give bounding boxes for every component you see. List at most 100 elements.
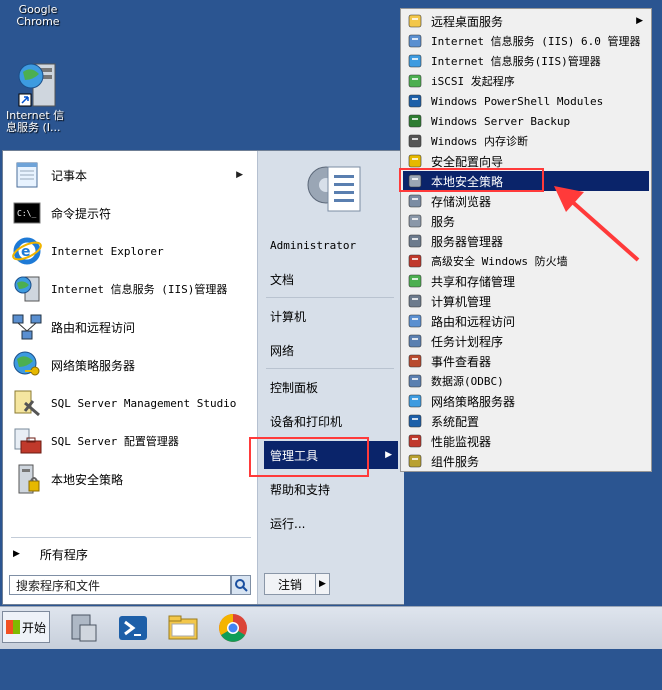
shutdown-options-button[interactable]: ▶ xyxy=(316,573,330,595)
submenu-arrow-icon: ▶ xyxy=(636,16,643,26)
rp-computer[interactable]: 计算机 xyxy=(264,302,398,330)
program-label: Internet 信息服务 (IIS)管理器 xyxy=(51,283,228,296)
globe-key-icon xyxy=(11,349,43,381)
services-icon xyxy=(407,213,423,229)
chrome-icon xyxy=(219,614,247,642)
submenu-item-label: 系统配置 xyxy=(431,414,480,429)
system-config-icon xyxy=(407,413,423,429)
admin-tools-picture-icon xyxy=(307,166,361,212)
event-viewer-icon xyxy=(407,353,423,369)
submenu-item-label: 路由和远程访问 xyxy=(431,314,516,329)
program-label: 命令提示符 xyxy=(51,206,112,221)
highlight-local-security-policy xyxy=(399,168,544,192)
search-button[interactable] xyxy=(231,575,251,595)
program-nps[interactable]: 网络策略服务器 xyxy=(11,347,251,383)
all-programs-button[interactable]: ▶ 所有程序 xyxy=(5,543,253,565)
submenu-item[interactable]: 性能监视器 xyxy=(403,431,649,451)
submenu-item-label: 服务 xyxy=(431,214,456,229)
program-ssms[interactable]: SQL Server Management Studio xyxy=(11,385,251,421)
routing-icon xyxy=(407,313,423,329)
iscsi-icon xyxy=(407,73,423,89)
powershell-icon xyxy=(407,93,423,109)
submenu-item[interactable]: iSCSI 发起程序 xyxy=(403,71,649,91)
iis-icon xyxy=(11,273,43,305)
program-label: SQL Server 配置管理器 xyxy=(51,435,179,448)
windows-logo-icon xyxy=(5,620,20,634)
performance-monitor-icon xyxy=(407,433,423,449)
submenu-item[interactable]: 共享和存储管理 xyxy=(403,271,649,291)
submenu-item[interactable]: Windows PowerShell Modules xyxy=(403,91,649,111)
computer-management-icon xyxy=(407,293,423,309)
submenu-item-label: 计算机管理 xyxy=(431,294,492,309)
rp-run[interactable]: 运行... xyxy=(264,509,398,537)
desktop-icon-iis[interactable]: Internet 信 息服务 (I... xyxy=(2,60,74,134)
program-iis[interactable]: Internet 信息服务 (IIS)管理器 xyxy=(11,271,251,307)
submenu-item-label: 性能监视器 xyxy=(431,434,492,449)
rp-help[interactable]: 帮助和支持 xyxy=(264,475,398,503)
submenu-item-label: Internet 信息服务(IIS)管理器 xyxy=(431,55,601,68)
iis6-icon xyxy=(407,33,423,49)
submenu-item[interactable]: Internet 信息服务(IIS)管理器 xyxy=(403,51,649,71)
rp-network[interactable]: 网络 xyxy=(264,336,398,364)
rp-control-panel[interactable]: 控制面板 xyxy=(264,373,398,401)
submenu-item[interactable]: Windows Server Backup xyxy=(403,111,649,131)
powershell-icon xyxy=(119,616,147,640)
program-routing[interactable]: 路由和远程访问 xyxy=(11,309,251,345)
folder-icon xyxy=(168,615,198,640)
firewall-icon xyxy=(407,253,423,269)
security-policy-icon xyxy=(11,463,43,495)
taskbar-powershell[interactable] xyxy=(116,611,150,645)
storage-explorer-icon xyxy=(407,193,423,209)
submenu-arrow-icon: ▶ xyxy=(236,170,243,180)
program-local-security-policy[interactable]: 本地安全策略 xyxy=(11,461,251,497)
submenu-item-label: 网络策略服务器 xyxy=(431,394,516,409)
submenu-item[interactable]: 任务计划程序 xyxy=(403,331,649,351)
submenu-item-label: 存储浏览器 xyxy=(431,194,492,209)
submenu-item[interactable]: Windows 内存诊断 xyxy=(403,131,649,151)
submenu-item[interactable]: 网络策略服务器 xyxy=(403,391,649,411)
submenu-item-label: 共享和存储管理 xyxy=(431,274,516,289)
submenu-item-label: 服务器管理器 xyxy=(431,234,504,249)
program-notepad[interactable]: 记事本 ▶ xyxy=(11,157,251,193)
server-manager-icon xyxy=(407,233,423,249)
submenu-item[interactable]: 远程桌面服务 ▶ xyxy=(403,11,649,31)
search-icon xyxy=(235,579,248,592)
separator xyxy=(266,297,394,298)
program-sql-config[interactable]: SQL Server 配置管理器 xyxy=(11,423,251,459)
submenu-item-label: 组件服务 xyxy=(431,454,480,469)
user-picture xyxy=(302,155,366,219)
submenu-item-label: 事件查看器 xyxy=(431,354,492,369)
taskbar-explorer[interactable] xyxy=(166,611,200,645)
nps-icon xyxy=(407,393,423,409)
submenu-item[interactable]: 系统配置 xyxy=(403,411,649,431)
program-label: 网络策略服务器 xyxy=(51,358,136,373)
taskbar-chrome[interactable] xyxy=(216,611,250,645)
submenu-item-label: Internet 信息服务 (IIS) 6.0 管理器 xyxy=(431,35,641,48)
submenu-item[interactable]: 组件服务 xyxy=(403,451,649,471)
submenu-item[interactable]: 路由和远程访问 xyxy=(403,311,649,331)
submenu-item[interactable]: 计算机管理 xyxy=(403,291,649,311)
svg-text:e: e xyxy=(21,244,31,260)
logoff-button[interactable]: 注销 xyxy=(264,573,316,595)
start-button[interactable]: 开始 xyxy=(2,611,50,643)
rp-documents[interactable]: 文档 xyxy=(264,265,398,293)
taskbar-server-manager[interactable] xyxy=(66,611,100,645)
chevron-right-icon: ▶ xyxy=(13,549,20,559)
rp-devices-printers[interactable]: 设备和打印机 xyxy=(264,407,398,435)
task-scheduler-icon xyxy=(407,333,423,349)
program-ie[interactable]: e Internet Explorer xyxy=(11,233,251,269)
submenu-item[interactable]: 数据源(ODBC) xyxy=(403,371,649,391)
submenu-item-label: Windows 内存诊断 xyxy=(431,135,528,148)
submenu-item-label: 远程桌面服务 xyxy=(431,14,504,29)
submenu-item[interactable]: Internet 信息服务 (IIS) 6.0 管理器 xyxy=(403,31,649,51)
program-cmd[interactable]: C:\_ 命令提示符 xyxy=(11,195,251,231)
annotation-arrow xyxy=(554,186,640,262)
desktop-icon-chrome[interactable]: Google Chrome xyxy=(8,4,68,28)
separator xyxy=(266,368,394,369)
all-programs-label: 所有程序 xyxy=(39,547,88,562)
submenu-item[interactable]: 事件查看器 xyxy=(403,351,649,371)
taskbar: 开始 xyxy=(0,606,662,649)
server-manager-icon xyxy=(71,614,97,642)
search-input[interactable]: 搜索程序和文件 xyxy=(9,575,231,595)
submenu-item-label: iSCSI 发起程序 xyxy=(431,75,515,88)
